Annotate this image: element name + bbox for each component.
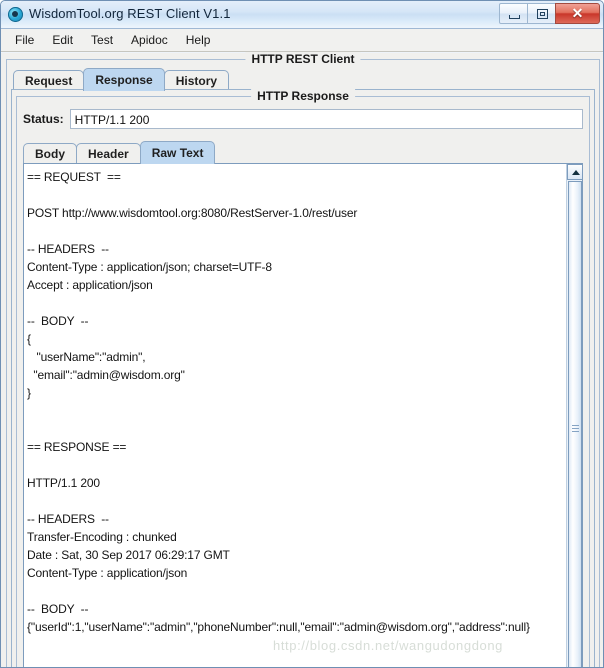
response-panel-legend: HTTP Response [251,89,355,103]
tab-raw-text[interactable]: Raw Text [139,141,216,164]
close-icon: ✕ [571,5,584,21]
minimize-icon [509,15,520,19]
raw-text-line: Content-Type : application/json [27,566,188,580]
maximize-button[interactable] [527,3,556,24]
application-window: WisdomTool.org REST Client V1.1 ✕ File E… [0,0,604,668]
raw-text-line: } [27,386,31,400]
raw-text-line [27,582,563,600]
scrollbar-thumb[interactable] [568,181,582,667]
close-button[interactable]: ✕ [555,3,600,24]
status-row: Status: HTTP/1.1 200 [23,109,583,129]
title-bar: WisdomTool.org REST Client V1.1 ✕ [1,1,603,29]
menu-item-help[interactable]: Help [181,31,220,50]
raw-text-line: -- BODY -- [27,314,89,328]
raw-text-line: { [27,332,31,346]
raw-text-line [27,222,563,240]
main-content: HTTP REST Client Request Response Histor… [1,52,603,667]
tab-history[interactable]: History [163,70,230,91]
minimize-button[interactable] [499,3,528,24]
scrollbar-grip-icon [572,425,579,434]
scrollbar-track[interactable] [567,180,582,667]
tab-response[interactable]: Response [83,68,165,91]
raw-text-viewer: == REQUEST == POST http://www.wisdomtool… [23,163,583,667]
raw-text-line: {"userId":1,"userName":"admin","phoneNum… [27,620,530,634]
response-tab-content: HTTP Response Status: HTTP/1.1 200 Body … [11,89,595,667]
menu-bar: File Edit Test Apidoc Help [1,29,603,52]
raw-text-line: Transfer-Encoding : chunked [27,530,177,544]
menu-item-test[interactable]: Test [86,31,122,50]
tab-body[interactable]: Body [23,143,77,164]
raw-text-line: "email":"admin@wisdom.org" [27,368,185,382]
raw-text-line [27,492,563,510]
raw-text-line: -- HEADERS -- [27,512,109,526]
raw-text-line [27,420,563,438]
main-tabstrip: Request Response History [13,68,230,91]
status-value-field[interactable]: HTTP/1.1 200 [69,109,583,129]
raw-text-line: -- HEADERS -- [27,242,109,256]
maximize-icon [537,9,548,19]
raw-text-line: == RESPONSE == [27,440,127,454]
chevron-up-icon [572,170,580,175]
raw-text-line [27,294,563,312]
raw-text-line: -- BODY -- [27,602,89,616]
response-view-tabstrip: Body Header Raw Text [23,141,216,164]
raw-text-line: Content-Type : application/json; charset… [27,260,272,274]
outer-panel-legend: HTTP REST Client [245,52,361,66]
raw-text-line [27,186,563,204]
raw-text-area[interactable]: == REQUEST == POST http://www.wisdomtool… [24,164,567,667]
vertical-scrollbar[interactable] [566,164,582,667]
raw-text-line [27,402,563,420]
raw-text-line: POST http://www.wisdomtool.org:8080/Rest… [27,206,358,220]
raw-text-line: == REQUEST == [27,170,121,184]
scroll-up-button[interactable] [567,164,582,180]
menu-item-file[interactable]: File [10,31,43,50]
menu-item-edit[interactable]: Edit [47,31,82,50]
window-controls: ✕ [499,3,600,24]
menu-item-apidoc[interactable]: Apidoc [126,31,177,50]
http-rest-client-panel: HTTP REST Client Request Response Histor… [6,52,600,667]
tab-header[interactable]: Header [76,143,141,164]
app-eye-icon [8,7,23,22]
raw-text-line: Accept : application/json [27,278,153,292]
raw-text-line: HTTP/1.1 200 [27,476,100,490]
tab-request[interactable]: Request [13,70,85,91]
raw-text-line: Date : Sat, 30 Sep 2017 06:29:17 GMT [27,548,230,562]
window-title: WisdomTool.org REST Client V1.1 [29,6,231,21]
raw-text-line: "userName":"admin", [27,350,146,364]
http-response-panel: HTTP Response Status: HTTP/1.1 200 Body … [16,89,590,667]
raw-text-line [27,456,563,474]
status-label: Status: [23,112,64,126]
